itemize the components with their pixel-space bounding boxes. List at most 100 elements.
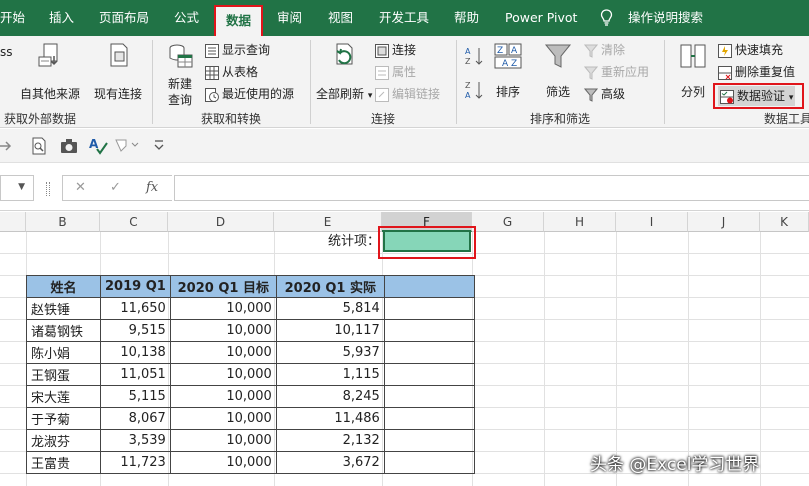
table-cell[interactable]: 龙淑芬 (26, 429, 101, 452)
name-box[interactable]: ▼ (0, 175, 34, 201)
sort-az-button[interactable]: AZ (465, 46, 485, 69)
table-cell[interactable]: 3,539 (100, 429, 171, 452)
advanced-filter-button[interactable]: 高级 (584, 84, 625, 104)
table-cell[interactable]: 10,000 (169, 429, 277, 452)
table-cell[interactable] (383, 429, 475, 452)
table-cell[interactable]: 于予菊 (26, 407, 101, 430)
sort-button[interactable]: ZAA Z 排序 (492, 42, 524, 100)
existing-connections-button[interactable]: 现有连接 (90, 42, 146, 102)
clear-filter-button[interactable]: 清除 (584, 40, 625, 60)
connections-button[interactable]: 连接 (375, 40, 416, 60)
table-cell[interactable]: 2,132 (275, 429, 385, 452)
table-cell[interactable]: 王富贵 (26, 451, 101, 474)
show-queries-button[interactable]: 显示查询 (205, 40, 270, 60)
enter-icon[interactable]: ✓ (110, 180, 121, 195)
table-cell[interactable]: 1,115 (275, 363, 385, 386)
from-text-partial[interactable]: ss (0, 42, 13, 62)
column-header[interactable]: G (472, 212, 544, 232)
edit-links-button[interactable]: 编辑链接 (375, 84, 440, 104)
table-cell[interactable]: 10,000 (169, 319, 277, 342)
tab-review[interactable]: 审阅 (277, 0, 302, 36)
from-table-button[interactable]: 从表格 (205, 62, 258, 82)
table-cell[interactable] (383, 319, 475, 342)
customize-qat-icon[interactable] (154, 140, 164, 152)
filter-button[interactable]: 筛选 (540, 42, 576, 100)
properties-button[interactable]: 属性 (375, 62, 416, 82)
text-to-columns-button[interactable]: 分列 (674, 42, 712, 100)
table-header[interactable]: 2020 Q1 目标 (169, 275, 277, 298)
redo-icon[interactable] (0, 139, 16, 153)
table-cell[interactable]: 10,000 (169, 297, 277, 320)
table-header[interactable]: 2019 Q1 (100, 275, 171, 298)
table-cell[interactable]: 10,000 (169, 363, 277, 386)
tell-me-search[interactable]: 操作说明搜索 (628, 0, 703, 36)
table-header[interactable] (383, 275, 475, 298)
table-cell[interactable] (383, 407, 475, 430)
sort-za-button[interactable]: ZA (465, 80, 485, 103)
table-cell[interactable]: 11,723 (100, 451, 171, 474)
table-cell[interactable]: 10,000 (169, 341, 277, 364)
table-cell[interactable]: 诸葛钢铁 (26, 319, 101, 342)
name-box-dropdown-icon[interactable]: ▼ (18, 182, 25, 192)
table-cell[interactable] (383, 385, 475, 408)
table-cell[interactable]: 10,117 (275, 319, 385, 342)
format-painter-icon[interactable] (114, 137, 140, 155)
table-cell[interactable]: 3,672 (275, 451, 385, 474)
spelling-check-icon[interactable]: A (89, 137, 109, 155)
table-cell[interactable] (383, 451, 475, 474)
table-cell[interactable]: 8,067 (100, 407, 171, 430)
recent-sources-button[interactable]: 最近使用的源 (205, 84, 294, 104)
table-header[interactable]: 姓名 (26, 275, 101, 298)
table-cell[interactable]: 11,486 (275, 407, 385, 430)
column-header[interactable]: C (100, 212, 168, 232)
column-header[interactable]: B (26, 212, 100, 232)
table-cell[interactable]: 10,138 (100, 341, 171, 364)
table-cell[interactable]: 10,000 (169, 451, 277, 474)
tab-page-layout[interactable]: 页面布局 (99, 0, 149, 36)
table-cell[interactable]: 5,937 (275, 341, 385, 364)
column-header[interactable]: K (760, 212, 809, 232)
camera-icon[interactable] (60, 138, 78, 154)
table-cell[interactable]: 11,650 (100, 297, 171, 320)
remove-duplicates-button[interactable]: 删除重复值 (718, 62, 795, 82)
new-query-button[interactable]: 新建 查询 (158, 42, 202, 108)
refresh-dropdown-icon[interactable]: ▾ (368, 91, 373, 101)
tab-data[interactable]: 数据 (214, 5, 264, 36)
table-cell[interactable]: 10,000 (169, 385, 277, 408)
tab-insert[interactable]: 插入 (49, 0, 74, 36)
tab-help[interactable]: 帮助 (454, 0, 479, 36)
insert-function-icon[interactable]: fx (146, 180, 158, 195)
column-header[interactable]: E (274, 212, 382, 232)
table-cell[interactable]: 宋大莲 (26, 385, 101, 408)
other-sources-button[interactable]: 自其他来源 (18, 42, 82, 102)
table-cell[interactable] (383, 363, 475, 386)
print-preview-icon[interactable] (32, 137, 48, 155)
tab-developer[interactable]: 开发工具 (379, 0, 429, 36)
select-all-corner[interactable] (0, 212, 26, 232)
table-cell[interactable]: 11,051 (100, 363, 171, 386)
table-cell[interactable]: 5,115 (100, 385, 171, 408)
table-cell[interactable]: 王钢蛋 (26, 363, 101, 386)
refresh-all-button[interactable]: 全部刷新 ▾ (316, 42, 372, 104)
splitter-handle[interactable] (46, 182, 50, 196)
column-header[interactable]: D (168, 212, 274, 232)
cancel-icon[interactable]: ✕ (75, 180, 86, 195)
table-cell[interactable]: 9,515 (100, 319, 171, 342)
reapply-button[interactable]: 重新应用 (584, 62, 649, 82)
tab-view[interactable]: 视图 (328, 0, 353, 36)
tab-home[interactable]: 开始 (0, 0, 25, 36)
table-cell[interactable]: 赵铁锤 (26, 297, 101, 320)
table-cell[interactable] (383, 297, 475, 320)
table-cell[interactable] (383, 341, 475, 364)
table-cell[interactable]: 5,814 (275, 297, 385, 320)
column-header[interactable]: J (688, 212, 760, 232)
tab-formulas[interactable]: 公式 (174, 0, 199, 36)
column-header[interactable]: I (616, 212, 688, 232)
formula-input[interactable] (174, 175, 809, 201)
table-cell[interactable]: 10,000 (169, 407, 277, 430)
flash-fill-button[interactable]: 快速填充 (718, 40, 783, 60)
table-cell[interactable]: 陈小娟 (26, 341, 101, 364)
table-header[interactable]: 2020 Q1 实际 (275, 275, 385, 298)
column-header[interactable]: H (544, 212, 616, 232)
tab-power-pivot[interactable]: Power Pivot (505, 0, 577, 36)
